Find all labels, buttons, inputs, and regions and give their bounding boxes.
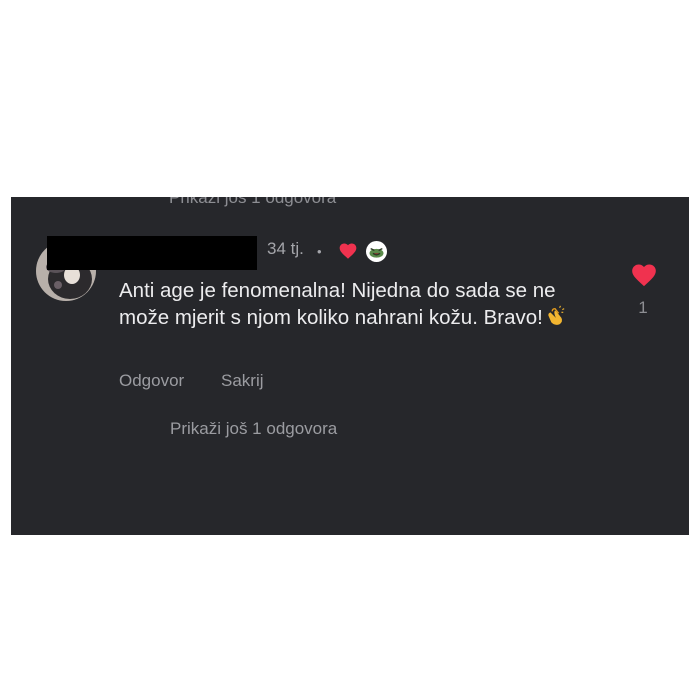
hide-button[interactable]: Sakrij — [221, 371, 264, 391]
heart-icon — [339, 243, 357, 259]
like-count: 1 — [638, 298, 648, 317]
comment-body: Anti age je fenomenalna! Nijedna do sada… — [119, 279, 556, 329]
comment-text: Anti age je fenomenalna! Nijedna do sada… — [119, 277, 609, 331]
clapping-hands-icon — [548, 305, 565, 325]
show-more-replies-link[interactable]: Prikaži još 1 odgovora — [170, 419, 337, 439]
meta-separator: • — [317, 244, 322, 259]
comment-timestamp: 34 tj. — [267, 239, 304, 258]
like-heart-icon[interactable] — [629, 261, 659, 287]
redacted-username — [47, 236, 257, 270]
previous-replies-link[interactable]: Prikaži još 1 odgovora — [169, 197, 336, 208]
laughing-emoji-icon — [366, 241, 387, 262]
comment-panel: Prikaži još 1 odgovora 34 tj. • Anti age… — [11, 197, 689, 535]
reply-button[interactable]: Odgovor — [119, 371, 184, 391]
